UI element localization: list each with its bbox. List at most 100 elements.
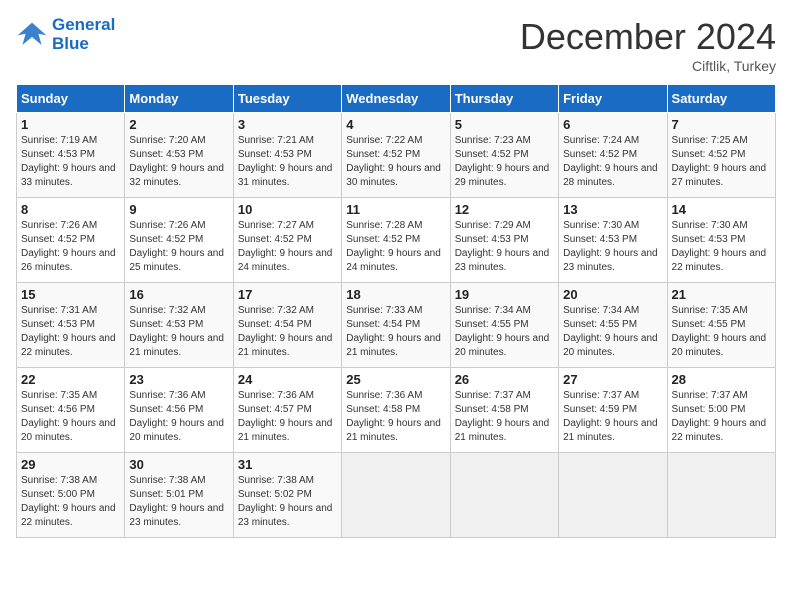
day-number: 18 (346, 287, 445, 302)
calendar-cell: 28 Sunrise: 7:37 AMSunset: 5:00 PMDayligh… (667, 368, 775, 453)
calendar-week-row: 8Sunrise: 7:26 AMSunset: 4:52 PMDaylight… (17, 198, 776, 283)
day-info: Sunrise: 7:38 AMSunset: 5:00 PMDaylight:… (21, 474, 120, 530)
day-info: Sunrise: 7:20 AMSunset: 4:53 PMDaylight:… (129, 134, 228, 190)
day-info: Sunrise: 7:35 AMSunset: 4:55 PMDaylight:… (672, 304, 771, 360)
day-header-tuesday: Tuesday (233, 85, 341, 113)
day-info: Sunrise: 7:34 AMSunset: 4:55 PMDaylight:… (455, 304, 554, 360)
day-info: Sunrise: 7:34 AMSunset: 4:55 PMDaylight:… (563, 304, 662, 360)
day-number: 27 (563, 372, 662, 387)
logo: General Blue (16, 16, 115, 53)
day-number: 2 (129, 117, 228, 132)
day-number: 17 (238, 287, 337, 302)
calendar-cell: 24 Sunrise: 7:36 AMSunset: 4:57 PMDayligh… (233, 368, 341, 453)
day-number: 23 (129, 372, 228, 387)
day-number: 21 (672, 287, 771, 302)
day-info: Sunrise: 7:24 AMSunset: 4:52 PMDaylight:… (563, 134, 662, 190)
calendar-week-row: 15Sunrise: 7:31 AMSunset: 4:53 PMDayligh… (17, 283, 776, 368)
calendar-cell: 29 Sunrise: 7:38 AMSunset: 5:00 PMDayligh… (17, 453, 125, 538)
calendar-cell (559, 453, 667, 538)
day-number: 20 (563, 287, 662, 302)
day-number: 14 (672, 202, 771, 217)
calendar-cell: 8Sunrise: 7:26 AMSunset: 4:52 PMDaylight… (17, 198, 125, 283)
day-number: 16 (129, 287, 228, 302)
day-header-friday: Friday (559, 85, 667, 113)
day-info: Sunrise: 7:36 AMSunset: 4:56 PMDaylight:… (129, 389, 228, 445)
day-number: 11 (346, 202, 445, 217)
day-number: 24 (238, 372, 337, 387)
day-info: Sunrise: 7:37 AMSunset: 4:59 PMDaylight:… (563, 389, 662, 445)
day-header-wednesday: Wednesday (342, 85, 450, 113)
calendar-cell: 4Sunrise: 7:22 AMSunset: 4:52 PMDaylight… (342, 113, 450, 198)
day-info: Sunrise: 7:25 AMSunset: 4:52 PMDaylight:… (672, 134, 771, 190)
day-number: 10 (238, 202, 337, 217)
day-number: 30 (129, 457, 228, 472)
day-info: Sunrise: 7:26 AMSunset: 4:52 PMDaylight:… (21, 219, 120, 275)
day-number: 31 (238, 457, 337, 472)
day-number: 13 (563, 202, 662, 217)
calendar-cell (667, 453, 775, 538)
day-number: 28 (672, 372, 771, 387)
day-info: Sunrise: 7:32 AMSunset: 4:54 PMDaylight:… (238, 304, 337, 360)
day-info: Sunrise: 7:30 AMSunset: 4:53 PMDaylight:… (563, 219, 662, 275)
calendar-cell: 15Sunrise: 7:31 AMSunset: 4:53 PMDayligh… (17, 283, 125, 368)
day-info: Sunrise: 7:37 AMSunset: 4:58 PMDaylight:… (455, 389, 554, 445)
day-header-monday: Monday (125, 85, 233, 113)
calendar-cell: 5Sunrise: 7:23 AMSunset: 4:52 PMDaylight… (450, 113, 558, 198)
day-number: 25 (346, 372, 445, 387)
day-number: 12 (455, 202, 554, 217)
page-header: General Blue December 2024 Ciftlik, Turk… (16, 16, 776, 74)
calendar-cell: 16Sunrise: 7:32 AMSunset: 4:53 PMDayligh… (125, 283, 233, 368)
day-info: Sunrise: 7:38 AMSunset: 5:01 PMDaylight:… (129, 474, 228, 530)
day-info: Sunrise: 7:31 AMSunset: 4:53 PMDaylight:… (21, 304, 120, 360)
location: Ciftlik, Turkey (520, 58, 776, 74)
day-info: Sunrise: 7:23 AMSunset: 4:52 PMDaylight:… (455, 134, 554, 190)
day-info: Sunrise: 7:28 AMSunset: 4:52 PMDaylight:… (346, 219, 445, 275)
calendar-cell: 14 Sunrise: 7:30 AMSunset: 4:53 PMDayligh… (667, 198, 775, 283)
calendar-header-row: SundayMondayTuesdayWednesdayThursdayFrid… (17, 85, 776, 113)
calendar-table: SundayMondayTuesdayWednesdayThursdayFrid… (16, 84, 776, 538)
calendar-cell: 7 Sunrise: 7:25 AMSunset: 4:52 PMDaylight… (667, 113, 775, 198)
calendar-cell: 9Sunrise: 7:26 AMSunset: 4:52 PMDaylight… (125, 198, 233, 283)
day-info: Sunrise: 7:21 AMSunset: 4:53 PMDaylight:… (238, 134, 337, 190)
day-info: Sunrise: 7:22 AMSunset: 4:52 PMDaylight:… (346, 134, 445, 190)
calendar-cell: 11 Sunrise: 7:28 AMSunset: 4:52 PMDayligh… (342, 198, 450, 283)
logo-icon (16, 21, 48, 49)
day-info: Sunrise: 7:36 AMSunset: 4:58 PMDaylight:… (346, 389, 445, 445)
calendar-cell: 17 Sunrise: 7:32 AMSunset: 4:54 PMDayligh… (233, 283, 341, 368)
day-number: 26 (455, 372, 554, 387)
day-info: Sunrise: 7:37 AMSunset: 5:00 PMDaylight:… (672, 389, 771, 445)
day-info: Sunrise: 7:30 AMSunset: 4:53 PMDaylight:… (672, 219, 771, 275)
calendar-cell: 22Sunrise: 7:35 AMSunset: 4:56 PMDayligh… (17, 368, 125, 453)
calendar-cell: 12 Sunrise: 7:29 AMSunset: 4:53 PMDayligh… (450, 198, 558, 283)
calendar-cell: 3Sunrise: 7:21 AMSunset: 4:53 PMDaylight… (233, 113, 341, 198)
calendar-cell: 6 Sunrise: 7:24 AMSunset: 4:52 PMDaylight… (559, 113, 667, 198)
calendar-week-row: 29 Sunrise: 7:38 AMSunset: 5:00 PMDayligh… (17, 453, 776, 538)
day-number: 6 (563, 117, 662, 132)
day-info: Sunrise: 7:29 AMSunset: 4:53 PMDaylight:… (455, 219, 554, 275)
day-number: 29 (21, 457, 120, 472)
calendar-cell: 10 Sunrise: 7:27 AMSunset: 4:52 PMDayligh… (233, 198, 341, 283)
day-number: 7 (672, 117, 771, 132)
calendar-cell (342, 453, 450, 538)
day-number: 1 (21, 117, 120, 132)
day-info: Sunrise: 7:19 AMSunset: 4:53 PMDaylight:… (21, 134, 120, 190)
calendar-cell: 21 Sunrise: 7:35 AMSunset: 4:55 PMDayligh… (667, 283, 775, 368)
calendar-cell: 27 Sunrise: 7:37 AMSunset: 4:59 PMDayligh… (559, 368, 667, 453)
day-info: Sunrise: 7:27 AMSunset: 4:52 PMDaylight:… (238, 219, 337, 275)
calendar-cell: 1 Sunrise: 7:19 AMSunset: 4:53 PMDaylight… (17, 113, 125, 198)
calendar-week-row: 22Sunrise: 7:35 AMSunset: 4:56 PMDayligh… (17, 368, 776, 453)
calendar-cell: 19Sunrise: 7:34 AMSunset: 4:55 PMDayligh… (450, 283, 558, 368)
logo-text: General Blue (52, 16, 115, 53)
calendar-cell (450, 453, 558, 538)
title-block: December 2024 Ciftlik, Turkey (520, 16, 776, 74)
calendar-cell: 31Sunrise: 7:38 AMSunset: 5:02 PMDayligh… (233, 453, 341, 538)
calendar-week-row: 1 Sunrise: 7:19 AMSunset: 4:53 PMDaylight… (17, 113, 776, 198)
day-info: Sunrise: 7:26 AMSunset: 4:52 PMDaylight:… (129, 219, 228, 275)
calendar-cell: 23 Sunrise: 7:36 AMSunset: 4:56 PMDayligh… (125, 368, 233, 453)
calendar-cell: 30 Sunrise: 7:38 AMSunset: 5:01 PMDayligh… (125, 453, 233, 538)
calendar-cell: 26 Sunrise: 7:37 AMSunset: 4:58 PMDayligh… (450, 368, 558, 453)
day-info: Sunrise: 7:33 AMSunset: 4:54 PMDaylight:… (346, 304, 445, 360)
day-number: 22 (21, 372, 120, 387)
month-title: December 2024 (520, 16, 776, 58)
day-info: Sunrise: 7:36 AMSunset: 4:57 PMDaylight:… (238, 389, 337, 445)
